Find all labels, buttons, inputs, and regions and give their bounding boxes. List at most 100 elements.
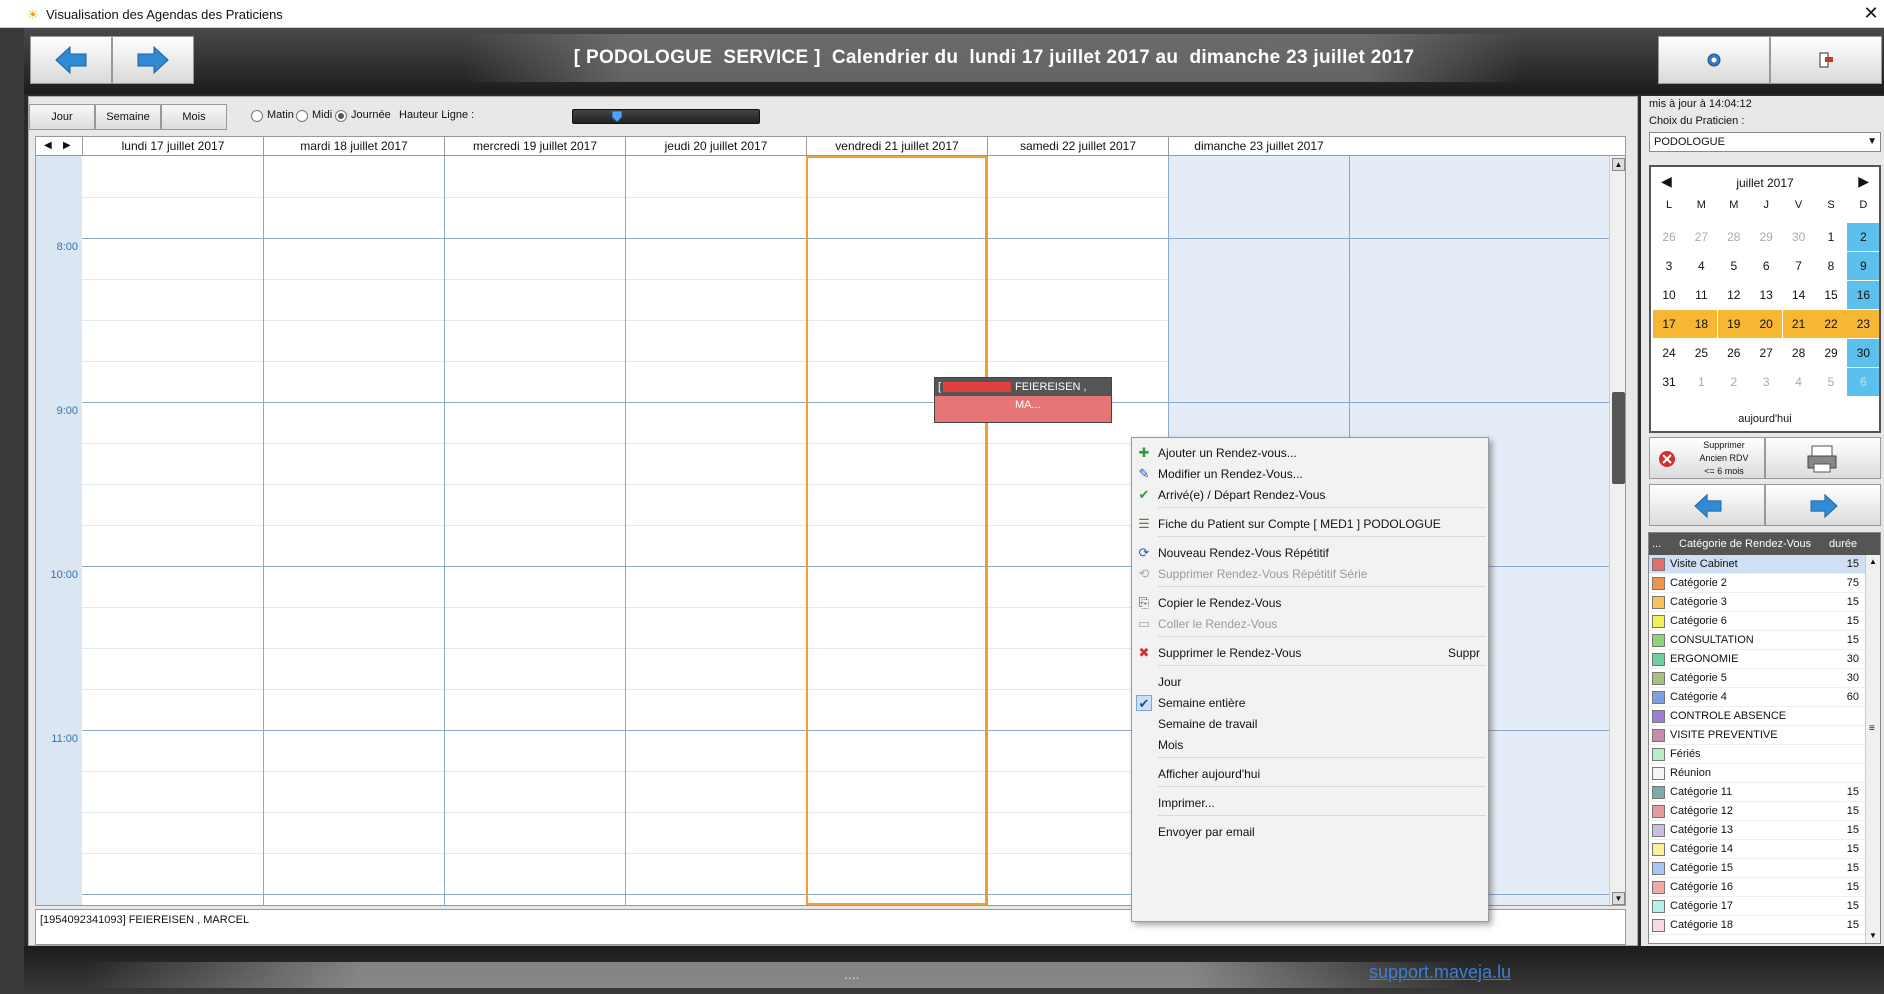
calendar-day[interactable]: 31 [1653, 368, 1685, 396]
calendar-day[interactable]: 26 [1653, 223, 1685, 251]
category-row[interactable]: Catégorie 11 15 [1649, 783, 1865, 802]
calendar-day[interactable]: 6 [1750, 252, 1782, 280]
calendar-day[interactable]: 28 [1783, 339, 1815, 367]
next-small-icon[interactable]: ▶ [63, 140, 71, 151]
menu-item[interactable]: ✖ Supprimer le Rendez-Vous Suppr [1132, 641, 1488, 665]
menu-item[interactable]: ✔ Arrivé(e) / Départ Rendez-Vous [1132, 483, 1488, 507]
calendar-day[interactable]: 16 [1847, 281, 1880, 309]
slider-thumb[interactable] [611, 111, 622, 122]
calendar-day[interactable]: 2 [1718, 368, 1750, 396]
category-row[interactable]: CONSULTATION 15 [1649, 631, 1865, 650]
cat-next-button[interactable] [1765, 484, 1881, 526]
category-row[interactable]: VISITE PREVENTIVE [1649, 726, 1865, 745]
calendar-day[interactable]: 20 [1750, 310, 1783, 338]
calendar-day[interactable]: 15 [1815, 281, 1847, 309]
calendar-day[interactable]: 29 [1815, 339, 1847, 367]
view-month-button[interactable]: Mois [161, 104, 227, 130]
calendar-day[interactable]: 29 [1750, 223, 1782, 251]
category-row[interactable]: ERGONOMIE 30 [1649, 650, 1865, 669]
category-row[interactable]: Catégorie 17 15 [1649, 897, 1865, 916]
radio-matin[interactable] [251, 110, 263, 122]
calendar-day[interactable]: 30 [1783, 223, 1815, 251]
next-week-button[interactable] [112, 36, 194, 84]
menu-item[interactable]: ☰ Fiche du Patient sur Compte [ MED1 ] PO… [1132, 512, 1488, 536]
cat-scroll-down-icon[interactable]: ▼ [1869, 931, 1877, 940]
calendar-day[interactable]: 27 [1750, 339, 1782, 367]
category-row[interactable]: Catégorie 5 30 [1649, 669, 1865, 688]
calendar-day[interactable]: 5 [1718, 252, 1750, 280]
today-link[interactable]: aujourd'hui [1651, 413, 1879, 425]
day-header[interactable]: samedi 22 juillet 2017 [987, 137, 1168, 155]
category-row[interactable]: Catégorie 15 15 [1649, 859, 1865, 878]
cat-prev-button[interactable] [1649, 484, 1765, 526]
calendar-day[interactable]: 3 [1653, 252, 1685, 280]
support-link[interactable]: support.maveja.lu [1369, 962, 1511, 983]
category-row[interactable]: Catégorie 4 60 [1649, 688, 1865, 707]
radio-midi[interactable] [296, 110, 308, 122]
appointment-block[interactable]: [ FEIEREISEN , MA... [934, 377, 1112, 423]
calendar-day[interactable]: 8 [1815, 252, 1847, 280]
calendar-day[interactable]: 14 [1783, 281, 1815, 309]
view-week-button[interactable]: Semaine [95, 104, 161, 130]
calendar-day[interactable]: 26 [1718, 339, 1750, 367]
category-row[interactable]: Catégorie 3 15 [1649, 593, 1865, 612]
view-day-button[interactable]: Jour [29, 104, 95, 130]
category-row[interactable]: CONTROLE ABSENCE [1649, 707, 1865, 726]
prev-small-icon[interactable]: ◀ [44, 140, 52, 151]
day-header[interactable]: mercredi 19 juillet 2017 [444, 137, 625, 155]
calendar-day[interactable]: 17 [1653, 310, 1685, 338]
calendar-day[interactable]: 9 [1847, 252, 1880, 280]
mini-calendar[interactable]: ◀ juillet 2017 ▶ L M M J V S D 26 27 28 29 30 1 2 3 4 5 6… [1649, 165, 1881, 433]
calendar-day[interactable]: 12 [1718, 281, 1750, 309]
category-row[interactable]: Catégorie 13 15 [1649, 821, 1865, 840]
calendar-day[interactable]: 23 [1847, 310, 1880, 338]
day-header[interactable]: mardi 18 juillet 2017 [263, 137, 444, 155]
calendar-day[interactable]: 21 [1782, 310, 1815, 338]
scroll-down-icon[interactable]: ▼ [1612, 892, 1625, 905]
close-window-icon[interactable]: ✕ [1860, 2, 1882, 24]
calendar-day[interactable]: 5 [1815, 368, 1847, 396]
grid-scrollbar[interactable]: ▲ ▼ [1609, 156, 1625, 905]
day-header[interactable]: dimanche 23 juillet 2017 [1168, 137, 1349, 155]
cal-next-icon[interactable]: ▶ [1858, 173, 1869, 190]
calendar-day[interactable]: 4 [1783, 368, 1815, 396]
day-header[interactable]: lundi 17 juillet 2017 [82, 137, 263, 155]
printer-button[interactable] [1765, 437, 1881, 479]
calendar-day[interactable]: 7 [1783, 252, 1815, 280]
calendar-day[interactable]: 11 [1685, 281, 1717, 309]
calendar-day[interactable]: 10 [1653, 281, 1685, 309]
calendar-day[interactable]: 19 [1717, 310, 1750, 338]
category-row[interactable]: Fériés [1649, 745, 1865, 764]
calendar-day[interactable]: 28 [1718, 223, 1750, 251]
category-row[interactable]: Catégorie 16 15 [1649, 878, 1865, 897]
cat-scroll-up-icon[interactable]: ▲ [1869, 557, 1877, 566]
hauteur-ligne-slider[interactable] [572, 109, 760, 124]
calendar-day[interactable]: 18 [1685, 310, 1718, 338]
day-header[interactable]: jeudi 20 juillet 2017 [625, 137, 806, 155]
calendar-day[interactable]: 22 [1815, 310, 1847, 338]
category-row[interactable]: Catégorie 2 75 [1649, 574, 1865, 593]
menu-item[interactable]: Envoyer par email [1132, 820, 1488, 844]
category-row[interactable]: Catégorie 18 15 [1649, 916, 1865, 935]
menu-item[interactable]: Imprimer... [1132, 791, 1488, 815]
delete-old-button[interactable]: Supprimer Ancien RDV <= 6 mois [1649, 437, 1765, 479]
calendar-day[interactable]: 2 [1847, 223, 1880, 251]
calendar-day[interactable]: 1 [1685, 368, 1717, 396]
calendar-day[interactable]: 3 [1750, 368, 1782, 396]
calendar-day[interactable]: 1 [1815, 223, 1847, 251]
category-list[interactable]: ... Catégorie de Rendez-Vous durée Visit… [1648, 532, 1881, 944]
previous-week-button[interactable] [30, 36, 112, 84]
scroll-up-icon[interactable]: ▲ [1612, 158, 1625, 171]
calendar-day[interactable]: 25 [1685, 339, 1717, 367]
calendar-day[interactable]: 30 [1847, 339, 1880, 367]
cat-header-dots[interactable]: ... [1652, 533, 1661, 555]
scroll-thumb[interactable] [1612, 392, 1625, 484]
calendar-day[interactable]: 27 [1685, 223, 1717, 251]
refresh-button[interactable] [1658, 36, 1770, 84]
category-row[interactable]: Catégorie 12 15 [1649, 802, 1865, 821]
calendar-day[interactable]: 4 [1685, 252, 1717, 280]
calendar-day[interactable]: 6 [1847, 368, 1880, 396]
category-row[interactable]: Catégorie 6 15 [1649, 612, 1865, 631]
menu-item[interactable]: Afficher aujourd'hui [1132, 762, 1488, 786]
category-row[interactable]: Visite Cabinet 15 [1649, 555, 1865, 574]
